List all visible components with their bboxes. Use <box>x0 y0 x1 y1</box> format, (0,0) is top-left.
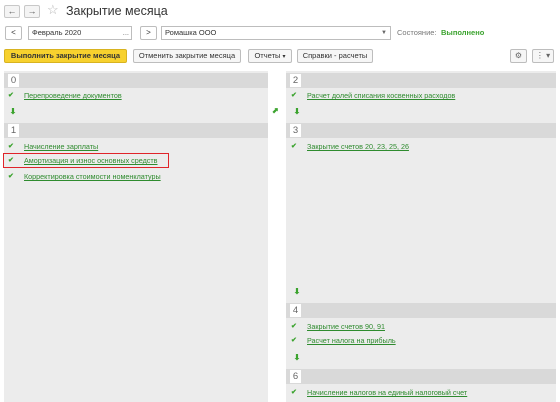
task-link[interactable]: Расчет налога на прибыль <box>307 335 396 347</box>
task-link[interactable]: Начисление зарплаты <box>24 141 98 153</box>
more-actions-button[interactable]: ⋮ ▾ <box>532 49 554 63</box>
task-item: ✔ Амортизация и износ основных средств <box>8 155 258 167</box>
task-link[interactable]: Начисление налогов на единый налоговый с… <box>307 387 467 399</box>
task-item: ✔ Расчет долей списания косвенных расход… <box>291 90 551 102</box>
checkmark-icon: ✔ <box>8 143 14 150</box>
parameter-row: < Февраль 2020 ... > Ромашка ООО ▼ Состо… <box>0 26 560 42</box>
down-arrow-icon: ⬇ <box>293 353 301 362</box>
checkmark-icon: ✔ <box>8 92 14 99</box>
back-arrow-icon[interactable]: ← <box>4 5 20 18</box>
reports-label: Отчеты <box>254 51 281 60</box>
step-header-0: 0 <box>4 73 268 88</box>
step-number: 6 <box>290 370 301 383</box>
step-number: 4 <box>290 304 301 317</box>
down-arrow-icon: ⬇ <box>293 287 301 296</box>
forward-arrow-icon[interactable]: → <box>24 5 40 18</box>
organization-value: Ромашка ООО <box>165 28 217 37</box>
checkmark-icon: ✔ <box>291 143 297 150</box>
step-header-2: 2 <box>286 73 556 88</box>
step-header-3: 3 <box>286 123 556 138</box>
step-number: 2 <box>290 74 301 87</box>
checkmark-icon: ✔ <box>291 323 297 330</box>
dropdown-arrow-icon[interactable]: ▼ <box>381 27 387 39</box>
right-steps-panel: 2 ✔ Расчет долей списания косвенных расх… <box>286 71 556 402</box>
down-arrow-icon: ⬇ <box>9 107 17 116</box>
connector-arrow-icon: ⬈ <box>272 106 279 115</box>
task-item: ✔ Корректировка стоимости номенклатуры <box>8 171 258 183</box>
run-month-close-button[interactable]: Выполнить закрытие месяца <box>4 49 127 63</box>
title-bar: ← → ☆ Закрытие месяца <box>0 0 560 22</box>
checkmark-icon: ✔ <box>8 173 14 180</box>
checkmark-icon: ✔ <box>291 337 297 344</box>
checkmark-icon: ✔ <box>291 389 297 396</box>
task-link[interactable]: Корректировка стоимости номенклатуры <box>24 171 161 183</box>
ellipsis-icon[interactable]: ... <box>123 27 129 39</box>
command-bar: Выполнить закрытие месяца Отменить закры… <box>0 49 560 65</box>
references-button[interactable]: Справки - расчеты <box>297 49 373 63</box>
task-link[interactable]: Закрытие счетов 20, 23, 25, 26 <box>307 141 409 153</box>
task-link[interactable]: Перепроведение документов <box>24 90 122 102</box>
period-value: Февраль 2020 <box>32 28 82 37</box>
task-link[interactable]: Закрытие счетов 90, 91 <box>307 321 385 333</box>
task-item: ✔ Расчет налога на прибыль <box>291 335 551 347</box>
task-item: ✔ Закрытие счетов 90, 91 <box>291 321 551 333</box>
step-header-4: 4 <box>286 303 556 318</box>
reports-menu-button[interactable]: Отчеты ▾ <box>248 49 292 63</box>
dropdown-arrow-icon: ▾ <box>282 54 286 60</box>
step-number: 1 <box>8 124 19 137</box>
down-arrow-icon: ⬇ <box>293 107 301 116</box>
favorite-star-icon[interactable]: ☆ <box>47 3 59 17</box>
settings-gear-icon[interactable]: ⚙ <box>510 49 527 63</box>
state-label: Состояние: <box>397 28 437 37</box>
next-period-button[interactable]: > <box>140 26 157 40</box>
period-field[interactable]: Февраль 2020 ... <box>28 26 132 40</box>
left-steps-panel: 0 ✔ Перепроведение документов ⬇ 1 ✔ Начи… <box>3 71 268 402</box>
task-link[interactable]: Расчет долей списания косвенных расходов <box>307 90 455 102</box>
step-header-6: 6 <box>286 369 556 384</box>
state-value: Выполнено <box>441 28 485 37</box>
task-item: ✔ Закрытие счетов 20, 23, 25, 26 <box>291 141 551 153</box>
checkmark-icon: ✔ <box>291 92 297 99</box>
organization-field[interactable]: Ромашка ООО ▼ <box>161 26 391 40</box>
step-header-1: 1 <box>4 123 268 138</box>
previous-period-button[interactable]: < <box>5 26 22 40</box>
task-item: ✔ Перепроведение документов <box>8 90 258 102</box>
cancel-month-close-button[interactable]: Отменить закрытие месяца <box>133 49 241 63</box>
task-link[interactable]: Амортизация и износ основных средств <box>24 155 158 167</box>
task-item: ✔ Начисление зарплаты <box>8 141 258 153</box>
page-title: Закрытие месяца <box>66 4 168 18</box>
task-item: ✔ Начисление налогов на единый налоговый… <box>291 387 551 399</box>
checkmark-icon: ✔ <box>8 157 14 164</box>
step-number: 3 <box>290 124 301 137</box>
step-number: 0 <box>8 74 19 87</box>
